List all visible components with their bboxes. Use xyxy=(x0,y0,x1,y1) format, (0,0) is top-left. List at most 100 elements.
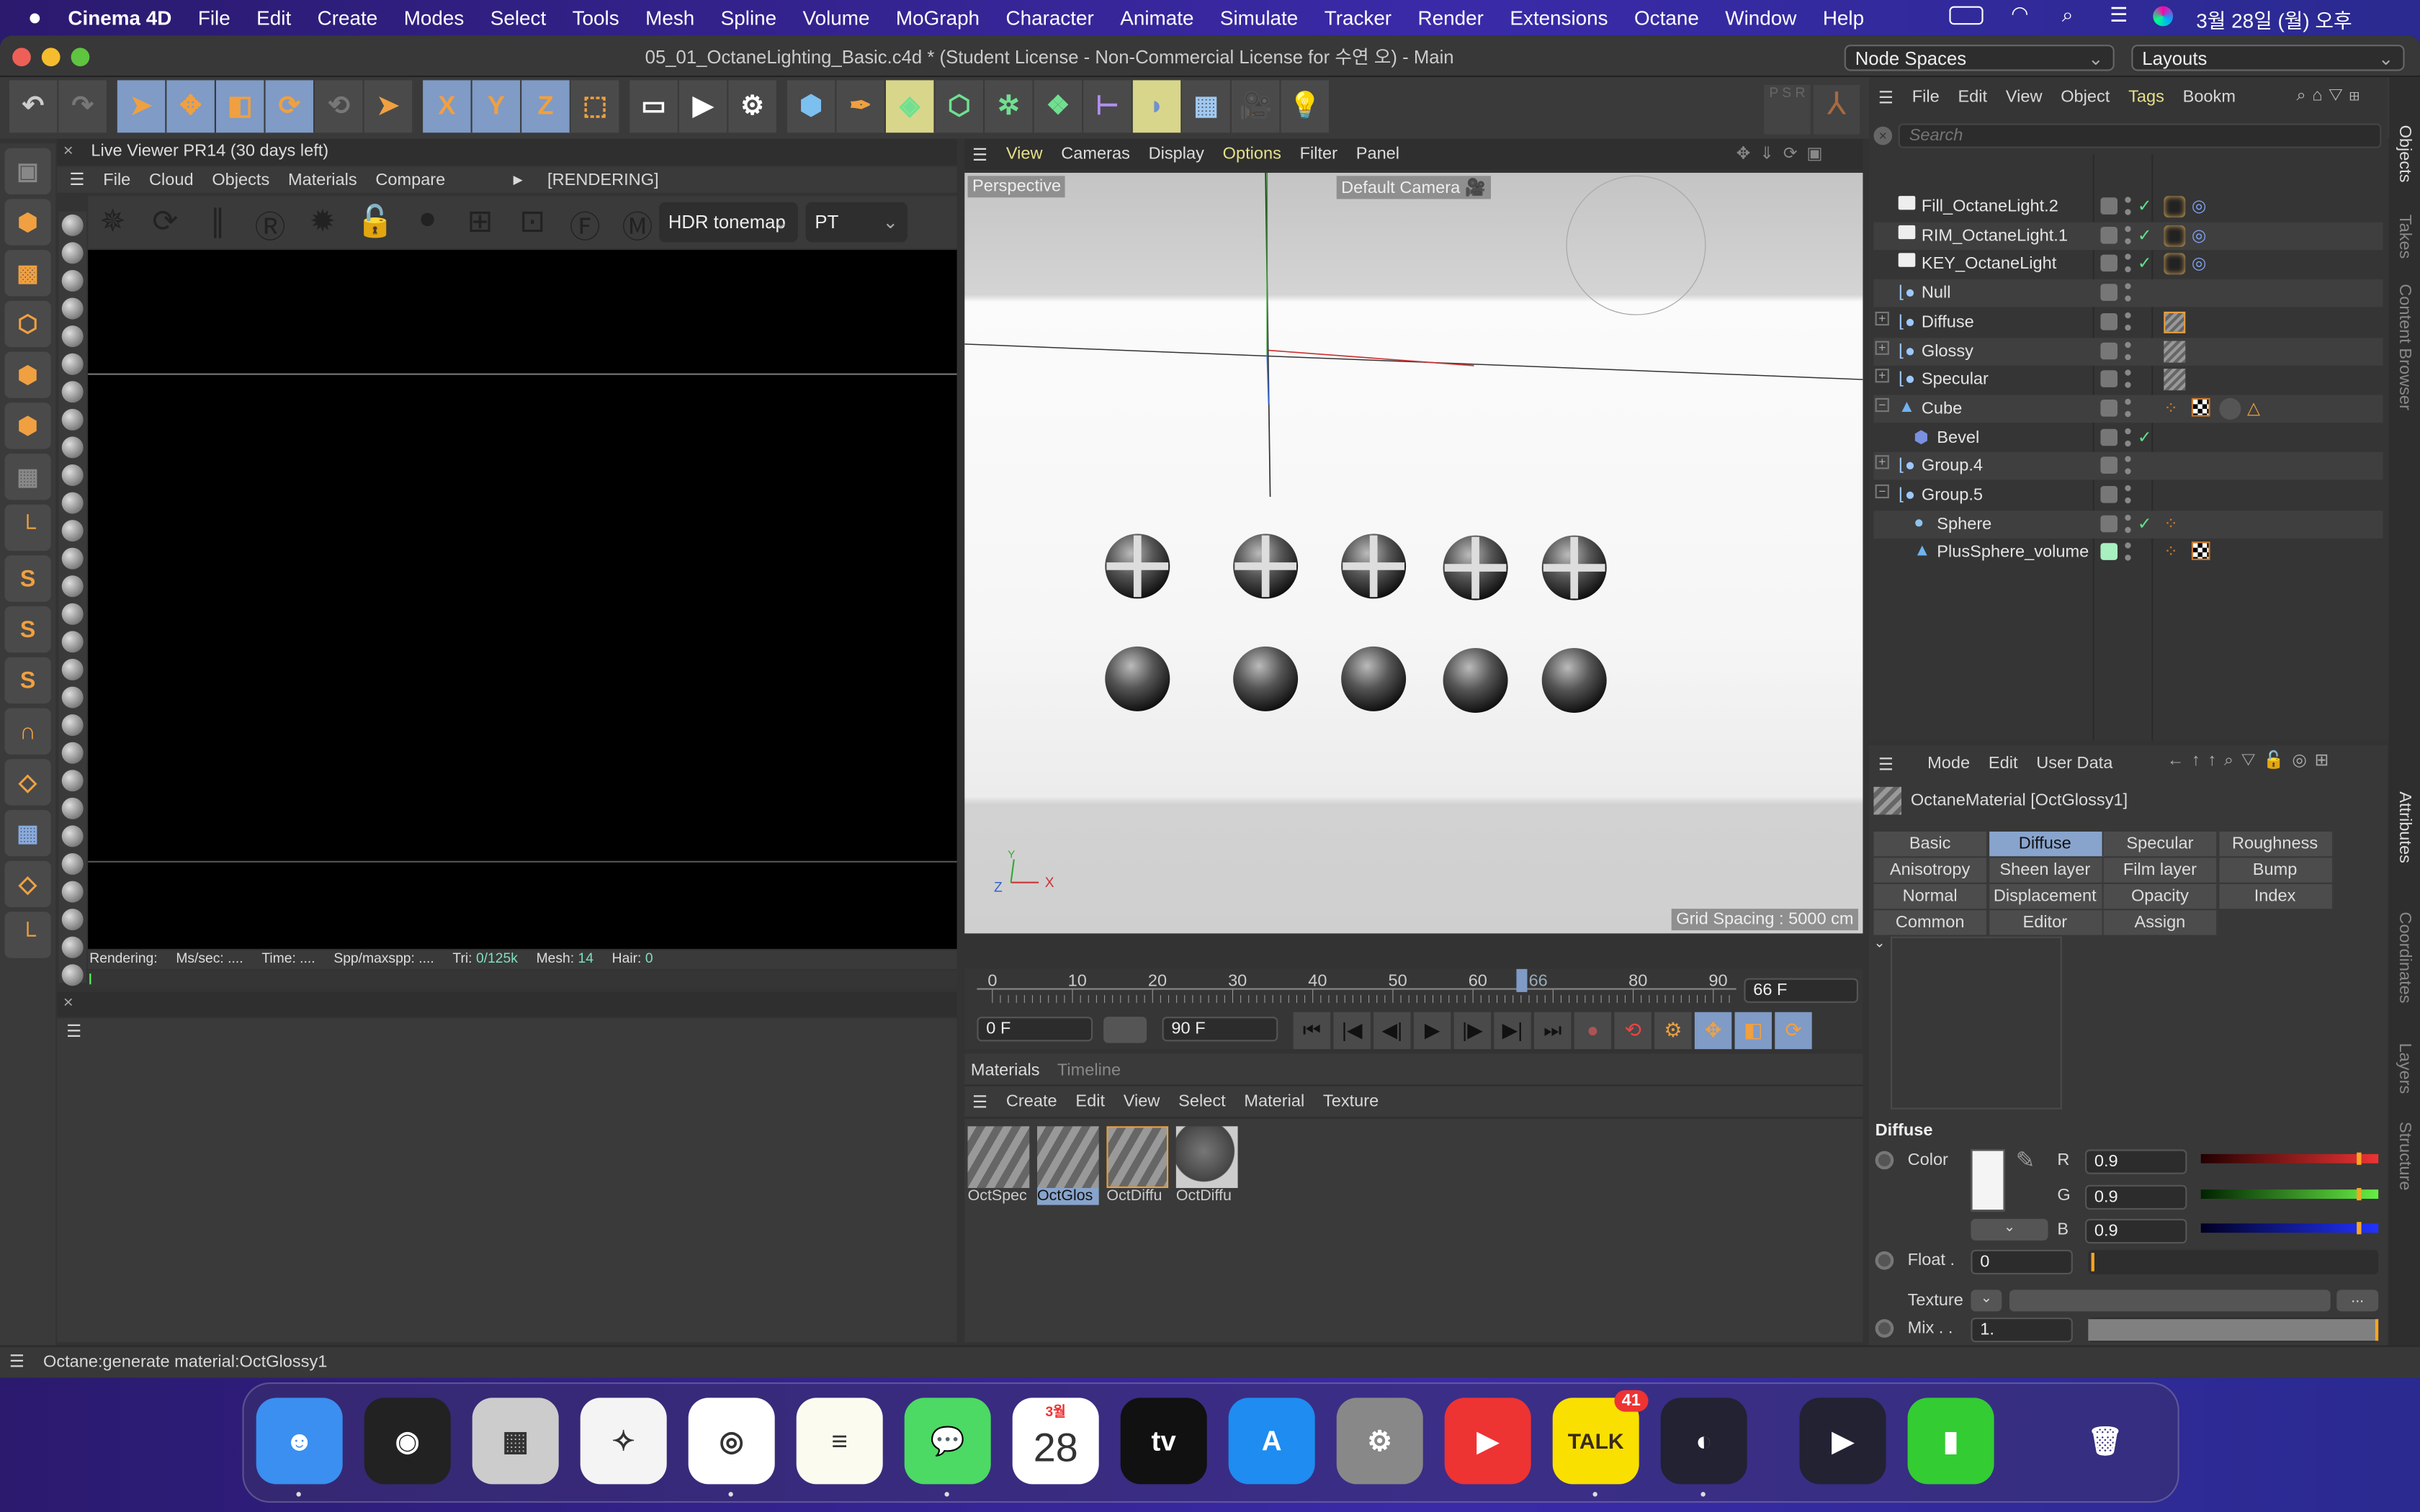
pause-icon[interactable]: ∥ xyxy=(196,202,239,247)
menu-item[interactable]: Options xyxy=(1223,145,1281,163)
visibility-dots-icon[interactable]: ● ● xyxy=(2124,510,2133,536)
side-tab-structure[interactable]: Structure xyxy=(2396,1122,2414,1191)
octane-material-icon[interactable] xyxy=(61,964,84,986)
key-scale-button[interactable]: ◧ xyxy=(1734,1012,1772,1050)
hamburger-icon[interactable]: ☰ xyxy=(9,1351,24,1372)
mix-field[interactable]: 1. xyxy=(1971,1318,2073,1343)
siri-icon[interactable] xyxy=(2153,6,2174,27)
menu-item[interactable]: File xyxy=(198,6,230,29)
hamburger-icon[interactable]: ☰ xyxy=(69,170,84,190)
coordinate-system-button[interactable]: ⬚ xyxy=(570,80,621,133)
octane-material-icon[interactable] xyxy=(61,575,84,598)
move-button[interactable]: ✥ xyxy=(166,80,216,133)
menu-item[interactable]: Select xyxy=(1178,1092,1226,1111)
menu-item[interactable]: Edit xyxy=(1075,1092,1105,1111)
side-tab-layers[interactable]: Layers xyxy=(2396,1043,2414,1094)
object-row[interactable]: ● Sphere ● ● ✓ ⁘ xyxy=(1873,510,2383,539)
menu-item[interactable]: Mode xyxy=(1927,755,1970,773)
key-move-button[interactable]: ✥ xyxy=(1694,1012,1732,1050)
menu-item[interactable]: Simulate xyxy=(1220,6,1298,29)
material-tag-icon[interactable] xyxy=(2164,340,2186,366)
polygons-mode-button[interactable]: ⬢ xyxy=(4,402,51,449)
texture-tag-icon[interactable] xyxy=(2191,541,2210,565)
attribute-nav-icons[interactable]: ←↑↑⌕▽🔓◎⊞ xyxy=(2167,750,2337,771)
mix-slider[interactable] xyxy=(2088,1318,2379,1343)
octane-material-icon[interactable] xyxy=(61,381,84,403)
tonemap-dropdown[interactable]: HDR tonemap ⌄ xyxy=(659,202,798,243)
color-swatch[interactable] xyxy=(1971,1149,2005,1212)
floor-button[interactable]: ▦ xyxy=(1182,80,1232,133)
attr-tab-normal[interactable]: Normal xyxy=(1873,883,1988,909)
material-thumbnail[interactable]: OctGlos xyxy=(1037,1126,1099,1205)
enabled-check-icon[interactable]: ✓ xyxy=(2138,225,2152,245)
axis-mode-button[interactable]: └ xyxy=(4,504,51,551)
menu-item[interactable]: Tools xyxy=(573,6,619,29)
editor-visibility-icon[interactable] xyxy=(2100,312,2118,330)
attr-tab-basic[interactable]: Basic xyxy=(1873,832,1988,857)
snap-settings-button[interactable]: S xyxy=(4,606,51,653)
menu-item[interactable]: View xyxy=(1124,1092,1160,1111)
focus-pick-icon[interactable]: Ⓕ xyxy=(563,202,606,247)
camera-button[interactable]: 🎥 xyxy=(1232,80,1281,133)
menu-item[interactable]: Objects xyxy=(212,171,269,189)
grid-button[interactable]: ▦ xyxy=(4,810,51,857)
sphere[interactable] xyxy=(1443,648,1508,713)
octane-material-icon[interactable] xyxy=(61,436,84,459)
edges-mode-button[interactable]: ⬢ xyxy=(4,351,51,398)
wifi-icon[interactable]: ◠ xyxy=(2011,1,2028,26)
r-channel-slider[interactable] xyxy=(2200,1152,2379,1165)
y-axis-button[interactable]: Y xyxy=(472,80,522,133)
visibility-dots-icon[interactable]: ● ● xyxy=(2124,250,2133,276)
visibility-dots-icon[interactable]: ● ● xyxy=(2124,307,2133,333)
visibility-dots-icon[interactable]: ● ● xyxy=(2124,539,2133,564)
dock-app-store[interactable]: A xyxy=(1228,1398,1315,1485)
attr-tab-displacement[interactable]: Displacement xyxy=(1989,883,2103,909)
menu-item[interactable]: Help xyxy=(1823,6,1864,29)
r-channel-field[interactable]: 0.9 xyxy=(2085,1149,2187,1174)
menu-item[interactable]: Edit xyxy=(256,6,291,29)
psr-button[interactable]: P S R xyxy=(1764,84,1811,135)
menu-item[interactable]: Cameras xyxy=(1061,145,1130,163)
object-name[interactable]: Bevel xyxy=(1937,428,1979,447)
render-view-button[interactable]: ▶ xyxy=(678,80,729,133)
expand-icon[interactable]: + xyxy=(1875,340,1889,354)
dock-messages[interactable]: 💬 xyxy=(904,1398,991,1485)
object-name[interactable]: Group.4 xyxy=(1922,457,1983,476)
menu-item[interactable]: Texture xyxy=(1323,1092,1379,1111)
menu-item[interactable]: Volume xyxy=(803,6,870,29)
prev-key-button[interactable]: |◀ xyxy=(1333,1012,1371,1050)
view-label[interactable]: Perspective xyxy=(967,176,1066,198)
octane-material-icon[interactable] xyxy=(61,714,84,737)
attr-tab-diffuse[interactable]: Diffuse xyxy=(1989,832,2103,857)
octane-logo-icon[interactable]: ✵ xyxy=(91,202,134,247)
menu-item[interactable]: Select xyxy=(490,6,546,29)
dock-launchpad[interactable]: ▦ xyxy=(472,1398,559,1485)
octane-material-icon[interactable] xyxy=(61,603,84,625)
octane-material-icon[interactable] xyxy=(61,353,84,375)
object-name[interactable]: Null xyxy=(1922,284,1951,302)
minimize-window-button[interactable] xyxy=(41,48,60,67)
subdivision-button[interactable]: ⬡ xyxy=(935,80,985,133)
next-frame-button[interactable]: |▶ xyxy=(1453,1012,1491,1050)
editor-visibility-icon[interactable] xyxy=(2100,486,2118,503)
kernel-dropdown[interactable]: PT ⌄ xyxy=(805,202,908,243)
z-axis-button[interactable]: Z xyxy=(521,80,571,133)
visibility-dots-icon[interactable]: ● ● xyxy=(2124,394,2133,420)
playhead[interactable] xyxy=(1516,968,1528,992)
dock-youtube[interactable]: ▶ xyxy=(1444,1398,1531,1485)
side-tab-takes[interactable]: Takes xyxy=(2396,215,2414,259)
object-row[interactable]: ⬢ Bevel ● ● ✓ xyxy=(1873,423,2383,451)
camera-label[interactable]: Default Camera 🎥 xyxy=(1336,176,1491,199)
sphere[interactable] xyxy=(1341,646,1407,711)
magnet-button[interactable]: ∩ xyxy=(4,708,51,755)
octane-material-icon[interactable] xyxy=(61,659,84,680)
octane-object-tag-icon[interactable] xyxy=(2219,397,2241,424)
menu-item[interactable]: Cloud xyxy=(149,171,194,189)
deformer-button[interactable]: ◗ xyxy=(1132,80,1183,133)
3d-viewport[interactable]: X Y Z Perspective Default Camera 🎥 Grid Sp… xyxy=(964,173,1863,934)
hamburger-icon[interactable]: ☰ xyxy=(1878,87,1894,107)
dock-finder[interactable]: ☻ xyxy=(256,1398,343,1485)
object-row[interactable]: KEY_OctaneLight ● ● ✓ ◎ xyxy=(1873,250,2383,279)
settings-gear-icon[interactable]: ✹ xyxy=(301,202,344,247)
attr-tab-assign[interactable]: Assign xyxy=(2103,910,2218,935)
